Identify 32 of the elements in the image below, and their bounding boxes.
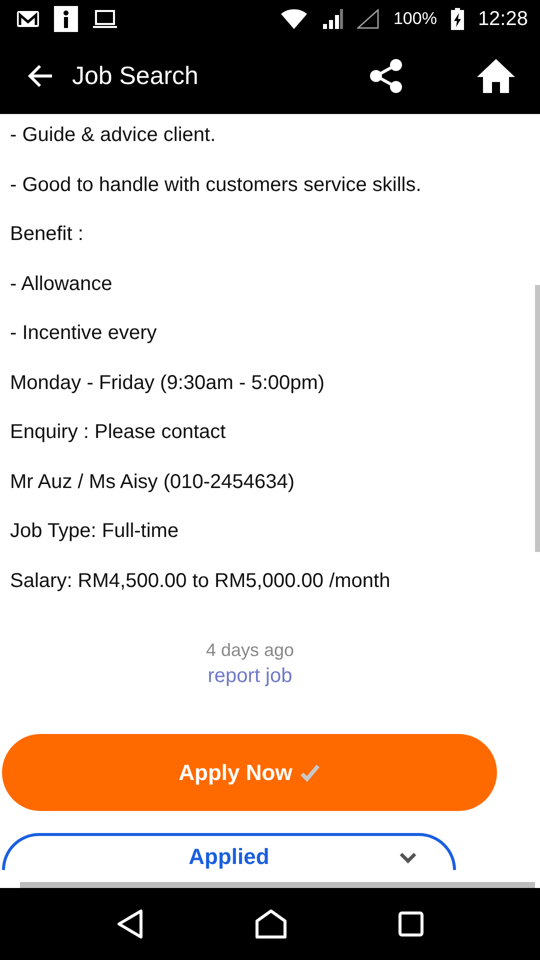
applied-button[interactable]: Applied	[2, 833, 456, 870]
description-line: - Guide & advice client.	[10, 123, 217, 148]
signal-icon	[321, 9, 344, 29]
status-time: 12:28	[478, 8, 528, 30]
chevron-down-icon	[399, 852, 417, 864]
info-icon	[54, 6, 78, 32]
battery-charging-icon	[450, 8, 464, 30]
apply-now-button[interactable]: Apply Now	[2, 734, 497, 811]
share-button[interactable]	[368, 58, 404, 94]
description-line: - Incentive every	[10, 321, 158, 346]
nav-home-button[interactable]	[254, 909, 287, 939]
wifi-icon	[281, 9, 308, 29]
description-line: Mr Auz / Ms Aisy (010-2454634)	[10, 470, 296, 494]
screen-title: Job Search	[72, 62, 198, 90]
mail-icon	[16, 10, 40, 28]
laptop-icon	[92, 9, 118, 29]
description-line: Benefit :	[10, 222, 84, 247]
report-job-link[interactable]: report job	[208, 665, 292, 688]
description-line: Salary: RM4,500.00 to RM5,000.00 /month	[10, 568, 392, 594]
nav-back-button[interactable]	[116, 909, 144, 939]
check-icon	[300, 764, 320, 782]
nav-recents-button[interactable]	[398, 911, 424, 937]
description-line: Enquiry : Please contact	[10, 420, 227, 445]
description-line: Monday - Friday (9:30am - 5:00pm)	[10, 370, 326, 396]
home-button[interactable]	[476, 58, 516, 94]
posted-time: 4 days ago	[206, 640, 294, 661]
description-line: - Good to handle with customers service skills.	[10, 172, 422, 198]
description-line: Job Type: Full-time	[10, 519, 180, 544]
battery-percentage: 100%	[393, 9, 437, 29]
no-signal-icon	[357, 9, 380, 29]
description-line: - Allowance	[10, 272, 114, 296]
back-button[interactable]	[28, 64, 54, 88]
